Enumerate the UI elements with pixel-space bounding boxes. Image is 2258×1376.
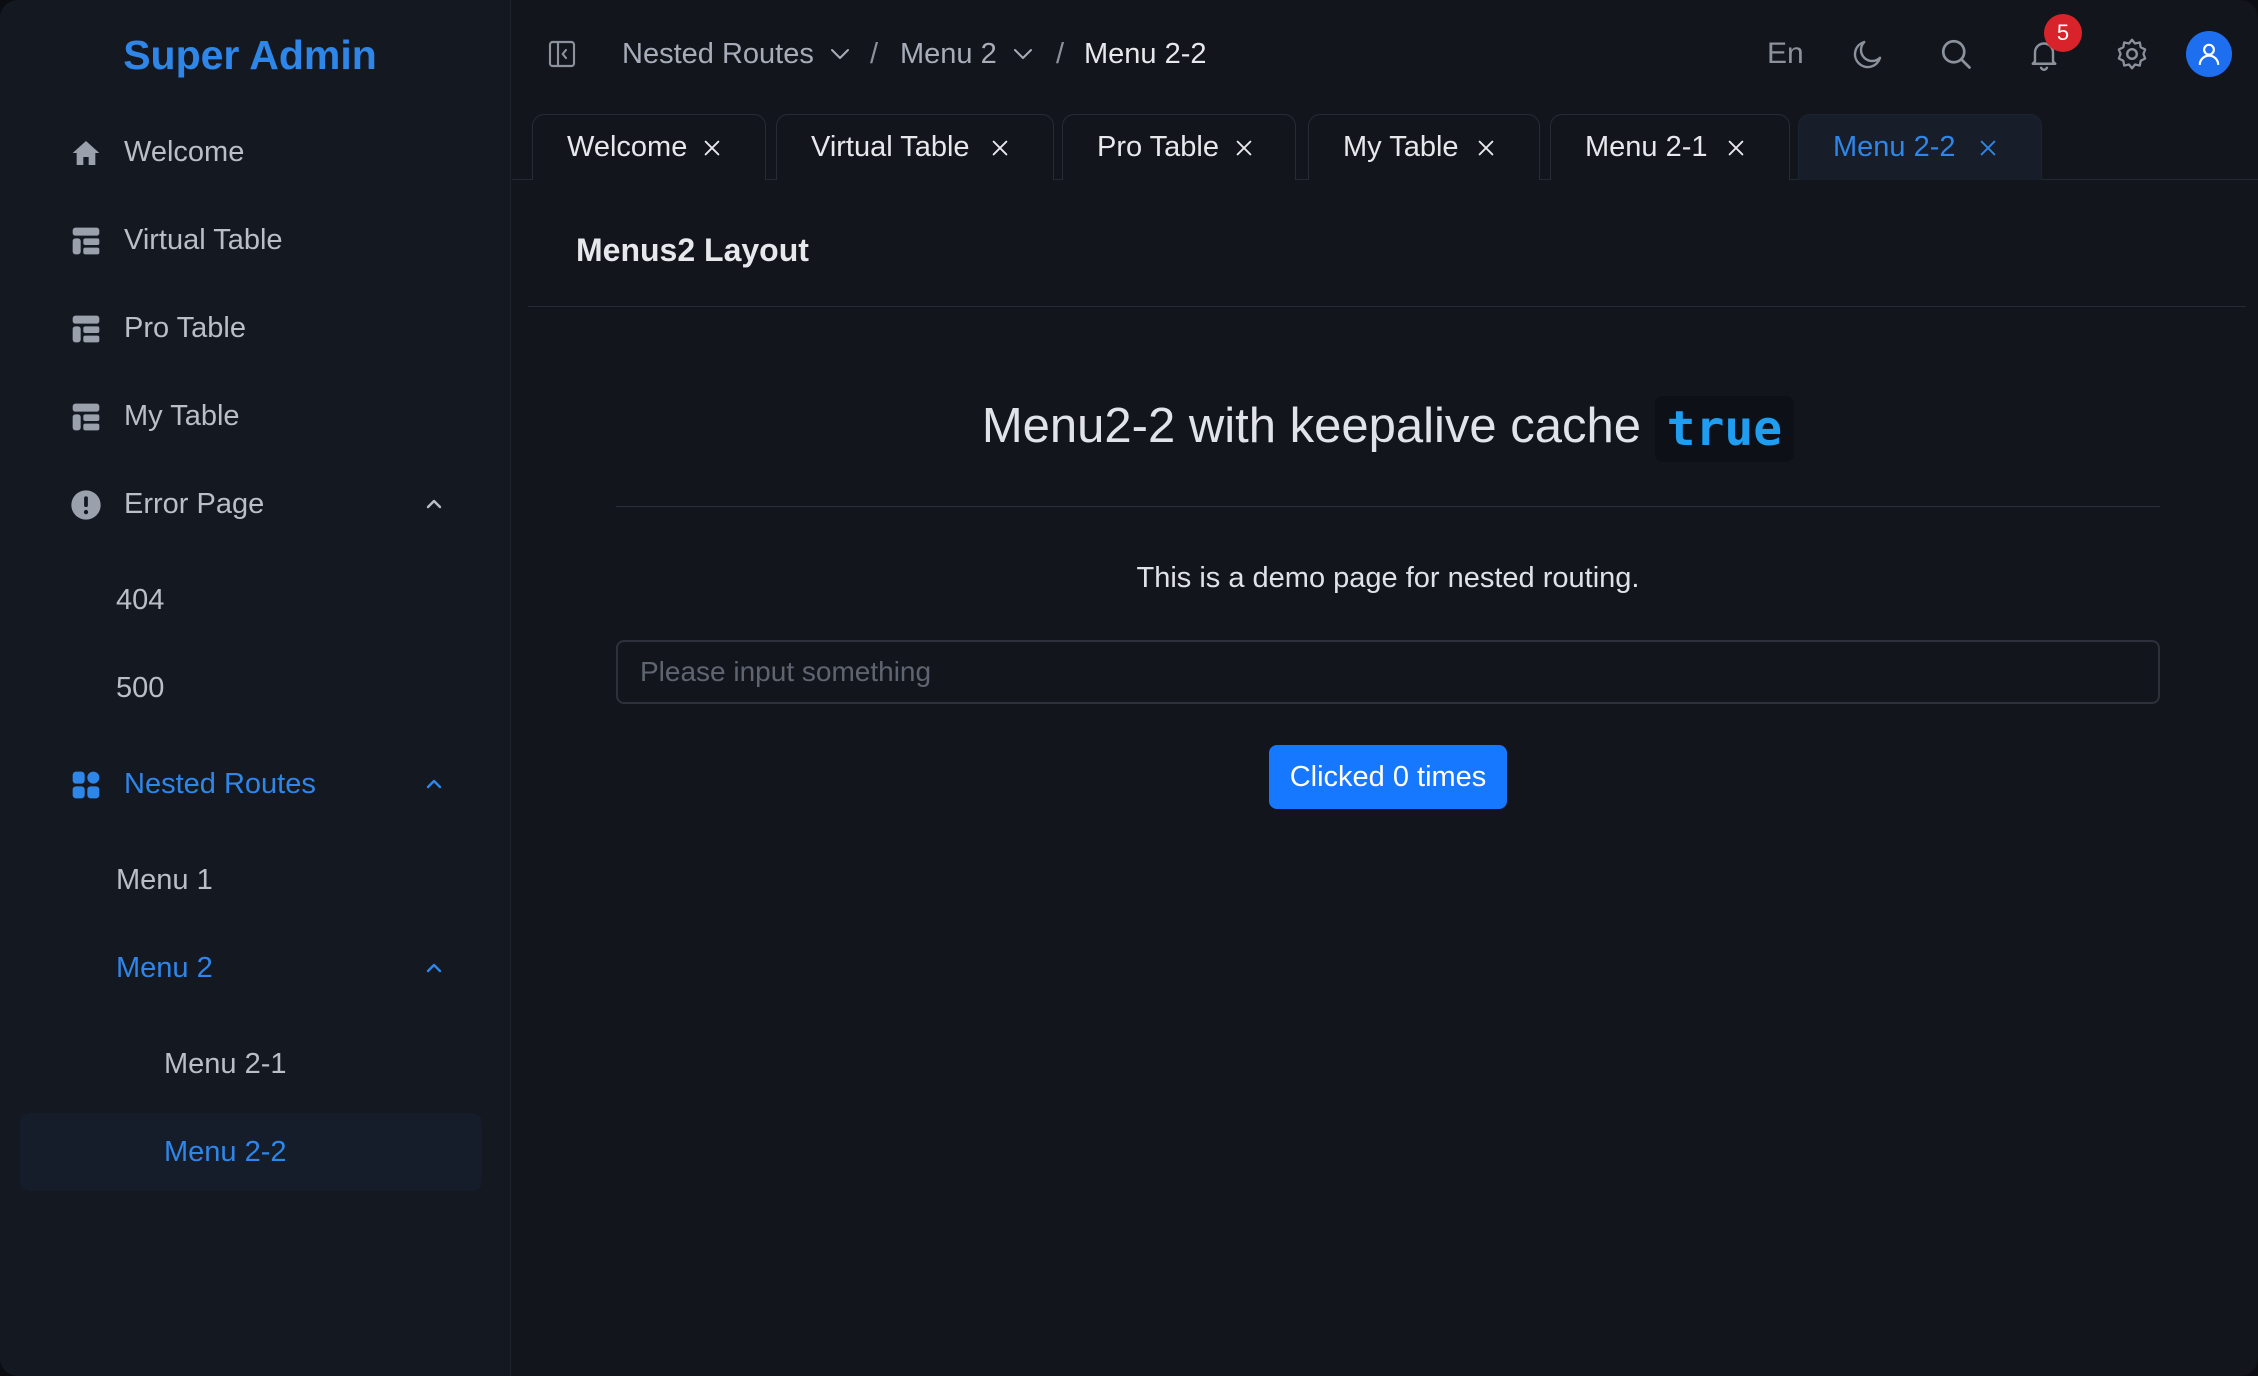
sidebar-item-label: My Table bbox=[124, 399, 240, 432]
sidebar-item-label: 500 bbox=[116, 671, 165, 704]
tab-label: Welcome bbox=[567, 131, 688, 163]
close-icon[interactable] bbox=[1475, 137, 1497, 159]
user-avatar[interactable] bbox=[2186, 31, 2232, 77]
close-icon[interactable] bbox=[701, 137, 723, 159]
breadcrumb-item-menu-2[interactable]: Menu 2 bbox=[900, 34, 1035, 74]
sidebar-item-nested-routes[interactable]: Nested Routes bbox=[20, 745, 482, 823]
description-text: This is a demo page for nested routing. bbox=[1136, 562, 1640, 594]
breadcrumb-label: Nested Routes bbox=[622, 38, 814, 70]
sidebar-item-virtual-table[interactable]: Virtual Table bbox=[20, 201, 482, 279]
tab-menu-2-1[interactable]: Menu 2-1 bbox=[1550, 114, 1790, 180]
sidebar-item-my-table[interactable]: My Table bbox=[20, 377, 482, 455]
click-counter-button[interactable]: Clicked 0 times bbox=[1269, 745, 1507, 809]
tab-virtual-table[interactable]: Virtual Table bbox=[776, 114, 1054, 180]
app-window: Super Admin Welcome Virtual Table Pro Ta… bbox=[0, 0, 2258, 1376]
tab-menu-2-2[interactable]: Menu 2-2 bbox=[1798, 114, 2042, 180]
language-switch[interactable]: En bbox=[1767, 34, 1804, 74]
sidebar-item-label: Menu 1 bbox=[116, 863, 213, 896]
page-title: Menus2 Layout bbox=[576, 232, 809, 268]
search-icon[interactable] bbox=[1938, 36, 1974, 72]
tab-label: Virtual Table bbox=[811, 131, 970, 163]
sidebar-item-menu-1[interactable]: Menu 1 bbox=[20, 841, 482, 919]
exclamation-circle-icon bbox=[71, 490, 101, 520]
breadcrumb-item-nested-routes[interactable]: Nested Routes bbox=[622, 34, 852, 74]
sidebar-item-menu-2-2[interactable]: Menu 2-2 bbox=[20, 1113, 482, 1191]
sidebar-item-label: Welcome bbox=[124, 135, 245, 168]
chevron-up-icon bbox=[426, 963, 442, 973]
close-icon[interactable] bbox=[1725, 137, 1747, 159]
close-icon[interactable] bbox=[1233, 137, 1255, 159]
table-icon bbox=[72, 315, 100, 343]
breadcrumb-label: Menu 2-2 bbox=[1084, 38, 1207, 70]
sidebar-collapse-icon[interactable] bbox=[546, 38, 578, 70]
sidebar-item-welcome[interactable]: Welcome bbox=[20, 113, 482, 191]
moon-icon[interactable] bbox=[1850, 36, 1886, 72]
sidebar-item-menu-2-1[interactable]: Menu 2-1 bbox=[20, 1025, 482, 1103]
tab-label: Menu 2-1 bbox=[1585, 131, 1708, 163]
breadcrumb-separator: / bbox=[1056, 38, 1065, 70]
divider bbox=[616, 506, 2160, 507]
sidebar-item-label: Virtual Table bbox=[124, 223, 283, 256]
sidebar-item-label: Menu 2-2 bbox=[164, 1135, 287, 1168]
apps-icon bbox=[72, 771, 100, 799]
tab-bar: Welcome Virtual Table Pro Table My Table… bbox=[512, 112, 2258, 180]
sidebar-item-500[interactable]: 500 bbox=[20, 649, 482, 727]
tab-my-table[interactable]: My Table bbox=[1308, 114, 1540, 180]
keepalive-code-value: true bbox=[1654, 396, 1795, 463]
notification-count-badge: 5 bbox=[2044, 14, 2082, 52]
sidebar-item-404[interactable]: 404 bbox=[20, 561, 482, 639]
breadcrumb-separator: / bbox=[870, 38, 879, 70]
breadcrumb-item-menu-2-2: Menu 2-2 bbox=[1084, 34, 1207, 74]
chevron-up-icon bbox=[426, 499, 442, 509]
sidebar-item-pro-table[interactable]: Pro Table bbox=[20, 289, 482, 367]
tab-welcome[interactable]: Welcome bbox=[532, 114, 766, 180]
breadcrumb-label: Menu 2 bbox=[900, 38, 997, 70]
sidebar-item-label: Menu 2 bbox=[116, 951, 213, 984]
sidebar-item-label: Menu 2-1 bbox=[164, 1047, 287, 1080]
home-icon bbox=[72, 141, 100, 165]
tab-pro-table[interactable]: Pro Table bbox=[1062, 114, 1296, 180]
table-icon bbox=[72, 403, 100, 431]
top-header: Nested Routes / Menu 2 / Menu 2-2 En 5 bbox=[512, 0, 2258, 110]
content-heading: Menu2-2 with keepalive cache true bbox=[616, 388, 2160, 464]
tab-label: Menu 2-2 bbox=[1833, 131, 1956, 163]
chevron-down-icon bbox=[1013, 49, 1032, 59]
sidebar-item-label: Nested Routes bbox=[124, 767, 316, 800]
text-input[interactable] bbox=[616, 640, 2160, 704]
table-icon bbox=[72, 227, 100, 255]
sidebar-item-menu-2[interactable]: Menu 2 bbox=[20, 929, 482, 1007]
sidebar-item-label: Pro Table bbox=[124, 311, 246, 344]
gear-icon[interactable] bbox=[2114, 36, 2150, 72]
heading-text: Menu2-2 with keepalive cache bbox=[981, 399, 1641, 453]
sidebar-item-error-page[interactable]: Error Page bbox=[20, 465, 482, 543]
sidebar-item-label: Error Page bbox=[124, 487, 265, 520]
tab-label: My Table bbox=[1343, 131, 1459, 163]
app-logo-title[interactable]: Super Admin bbox=[0, 26, 500, 84]
close-icon[interactable] bbox=[989, 137, 1011, 159]
divider bbox=[528, 306, 2246, 307]
chevron-down-icon bbox=[830, 49, 849, 59]
sidebar: Super Admin Welcome Virtual Table Pro Ta… bbox=[0, 0, 511, 1376]
close-icon[interactable] bbox=[1977, 137, 1999, 159]
chevron-up-icon bbox=[426, 779, 442, 789]
sidebar-item-label: 404 bbox=[116, 583, 165, 616]
user-icon bbox=[2198, 43, 2220, 65]
tab-label: Pro Table bbox=[1097, 131, 1219, 163]
